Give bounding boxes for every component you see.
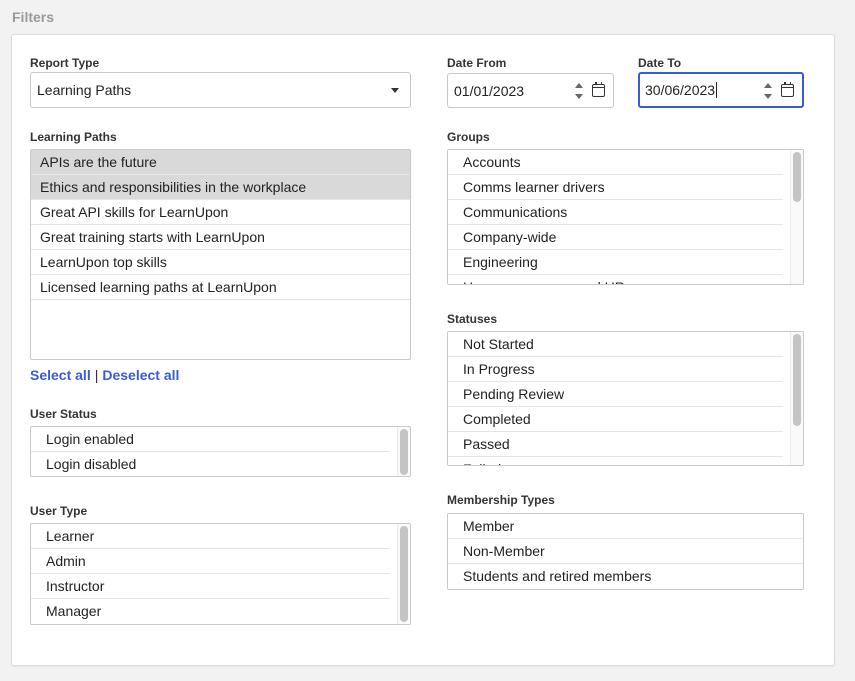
user-type-label: User Type bbox=[30, 504, 88, 518]
report-type-value: Learning Paths bbox=[37, 82, 132, 98]
section-title: Filters bbox=[12, 9, 55, 25]
user-type-item[interactable]: Manager bbox=[31, 599, 390, 624]
scrollbar-track[interactable] bbox=[397, 524, 410, 624]
calendar-icon[interactable] bbox=[781, 82, 794, 97]
status-item[interactable]: Not Started bbox=[448, 332, 783, 357]
scrollbar-thumb[interactable] bbox=[793, 152, 801, 202]
group-item[interactable]: Accounts bbox=[448, 150, 783, 175]
group-item[interactable]: Comms learner drivers bbox=[448, 175, 783, 200]
status-item[interactable]: Passed bbox=[448, 432, 783, 457]
user-status-label: User Status bbox=[30, 407, 97, 421]
filters-page: Filters Report Type Learning Paths Date … bbox=[0, 0, 855, 681]
date-from-spinner[interactable] bbox=[575, 83, 583, 99]
learning-path-item[interactable]: Ethics and responsibilities in the workp… bbox=[31, 175, 410, 200]
statuses-label: Statuses bbox=[447, 312, 498, 326]
spinner-up-icon bbox=[764, 83, 772, 88]
learning-paths-label: Learning Paths bbox=[30, 130, 117, 144]
scrollbar-track[interactable] bbox=[790, 332, 803, 465]
spinner-down-icon bbox=[575, 94, 583, 99]
spinner-up-icon bbox=[575, 83, 583, 88]
date-from-input[interactable]: 01/01/2023 bbox=[447, 73, 614, 108]
user-status-item[interactable]: Login enabled bbox=[31, 427, 390, 452]
scrollbar-thumb[interactable] bbox=[400, 526, 408, 622]
date-from-label: Date From bbox=[447, 56, 507, 70]
learning-path-item[interactable]: Great API skills for LearnUpon bbox=[31, 200, 410, 225]
user-type-item[interactable]: Admin bbox=[31, 549, 390, 574]
user-status-item[interactable]: Login disabled bbox=[31, 452, 390, 476]
report-type-label: Report Type bbox=[30, 56, 100, 70]
membership-type-item[interactable]: Students and retired members bbox=[448, 564, 803, 589]
user-type-item[interactable]: Learner bbox=[31, 524, 390, 549]
select-links: Select all | Deselect all bbox=[30, 367, 179, 383]
learning-path-item[interactable]: Great training starts with LearnUpon bbox=[31, 225, 410, 250]
groups-label: Groups bbox=[447, 130, 490, 144]
text-cursor bbox=[716, 82, 718, 98]
status-item[interactable]: Pending Review bbox=[448, 382, 783, 407]
statuses-list[interactable]: Not Started In Progress Pending Review C… bbox=[447, 331, 804, 466]
date-to-input[interactable]: 30/06/2023 bbox=[638, 72, 804, 108]
status-item[interactable]: Failed bbox=[448, 457, 783, 465]
date-to-spinner[interactable] bbox=[764, 83, 772, 99]
select-all-link[interactable]: Select all bbox=[30, 367, 91, 383]
groups-list[interactable]: Accounts Comms learner drivers Communica… bbox=[447, 149, 804, 285]
date-to-label: Date To bbox=[638, 56, 682, 70]
date-from-value: 01/01/2023 bbox=[454, 82, 525, 99]
group-item[interactable]: Engineering bbox=[448, 250, 783, 275]
user-type-list[interactable]: Learner Admin Instructor Manager bbox=[30, 523, 411, 625]
membership-types-list[interactable]: Member Non-Member Students and retired m… bbox=[447, 513, 804, 590]
link-separator: | bbox=[94, 367, 99, 383]
group-item[interactable]: Company-wide bbox=[448, 225, 783, 250]
learning-path-item[interactable]: APIs are the future bbox=[31, 150, 410, 175]
scrollbar-track[interactable] bbox=[397, 427, 410, 476]
membership-type-item[interactable]: Member bbox=[448, 514, 803, 539]
scrollbar-track[interactable] bbox=[790, 150, 803, 284]
learning-path-item[interactable]: LearnUpon top skills bbox=[31, 250, 410, 275]
user-status-list[interactable]: Login enabled Login disabled bbox=[30, 426, 411, 477]
status-item[interactable]: In Progress bbox=[448, 357, 783, 382]
learning-paths-list[interactable]: APIs are the future Ethics and responsib… bbox=[30, 149, 411, 360]
group-item[interactable]: Human resources and HR bbox=[448, 275, 783, 284]
user-type-item[interactable]: Instructor bbox=[31, 574, 390, 599]
calendar-icon[interactable] bbox=[592, 82, 605, 97]
spinner-down-icon bbox=[764, 94, 772, 99]
chevron-down-icon bbox=[391, 88, 399, 93]
membership-type-item[interactable]: Non-Member bbox=[448, 539, 803, 564]
learning-path-item[interactable]: Licensed learning paths at LearnUpon bbox=[31, 275, 410, 300]
deselect-all-link[interactable]: Deselect all bbox=[102, 367, 179, 383]
date-to-value: 30/06/2023 bbox=[645, 82, 716, 98]
status-item[interactable]: Completed bbox=[448, 407, 783, 432]
report-type-select[interactable]: Learning Paths bbox=[30, 72, 411, 108]
scrollbar-thumb[interactable] bbox=[793, 334, 801, 426]
group-item[interactable]: Communications bbox=[448, 200, 783, 225]
scrollbar-thumb[interactable] bbox=[400, 429, 408, 475]
membership-types-label: Membership Types bbox=[447, 493, 555, 507]
